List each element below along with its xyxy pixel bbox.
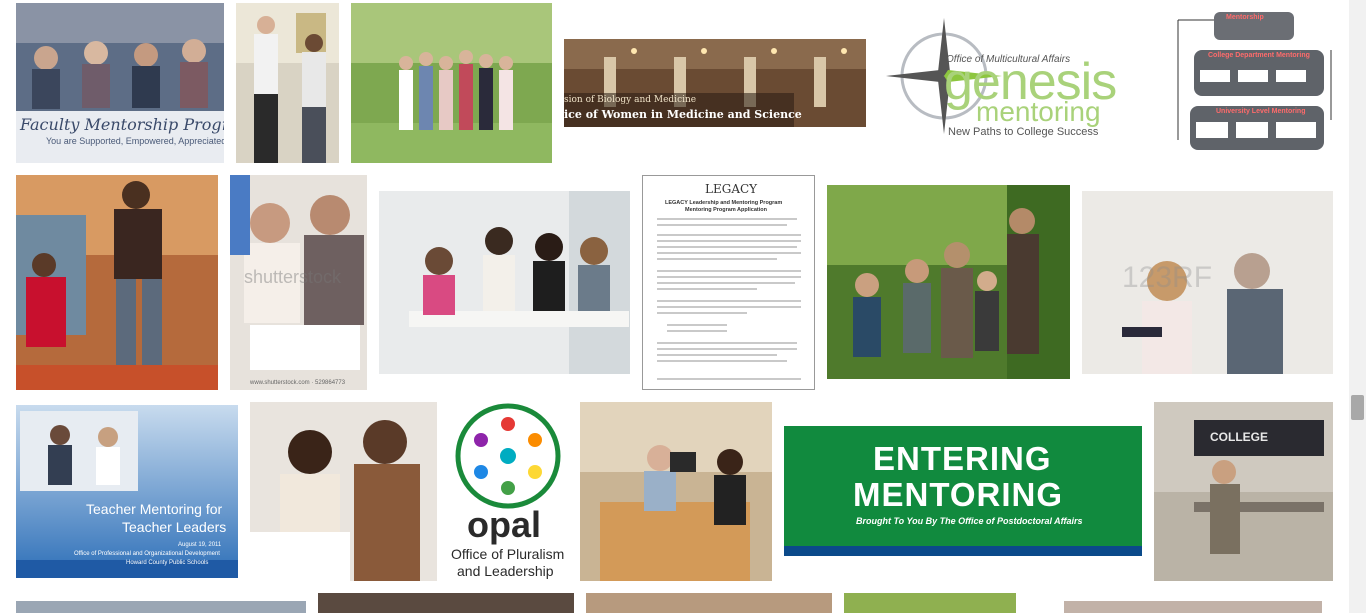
- overlay-line1: ENTERING: [873, 440, 1052, 477]
- vertical-scrollbar[interactable]: [1349, 0, 1366, 613]
- image-result-teacher-mentoring[interactable]: Teacher Mentoring for Teacher Leaders Au…: [16, 405, 238, 578]
- box2-label: College Department Mentoring: [1208, 52, 1310, 59]
- doc-text-line: [657, 288, 757, 290]
- doc-text-line: [657, 276, 801, 278]
- doc-text-line: [657, 258, 777, 260]
- overlay-watermark: 123RF: [1122, 261, 1213, 294]
- photo-classroom: [1154, 402, 1333, 581]
- scrollbar-thumb[interactable]: [1351, 395, 1364, 420]
- doc-text-line: [657, 360, 787, 362]
- photo-partial: [1064, 601, 1322, 613]
- doc-text-line: [657, 312, 747, 314]
- overlay-title: Faculty Mentorship Program: [20, 115, 224, 134]
- image-result-partial-2[interactable]: [318, 593, 574, 613]
- overlay-line1: Office of Pluralism: [451, 546, 565, 562]
- doc-text-line: [657, 300, 801, 302]
- image-result-123rf-doctors[interactable]: 123RF: [1082, 191, 1333, 374]
- image-result-partial-3[interactable]: [586, 593, 832, 613]
- photo-partial: [844, 593, 1016, 613]
- image-result-genesis-mentoring[interactable]: Office of Multicultural Affairs genesis …: [884, 16, 1140, 142]
- overlay-org1: Office of Professional and Organizationa…: [74, 551, 220, 557]
- image-result-outdoor-group[interactable]: [351, 3, 552, 163]
- photo-women-table: [379, 191, 630, 374]
- photo-forest-group: [827, 185, 1070, 379]
- photo-partial: [318, 593, 574, 613]
- doc-text-line: [657, 224, 787, 226]
- overlay-caption: www.shutterstock.com · 529864773: [250, 380, 346, 386]
- doc-text-line: [657, 234, 801, 236]
- doc-text-line: [667, 330, 727, 332]
- doc-text-line: [657, 306, 801, 308]
- overlay-title: LEGACY Leadership and Mentoring Program: [665, 200, 783, 206]
- doc-text-line: [657, 218, 797, 220]
- overlay-tag: New Paths to College Success: [948, 126, 1099, 138]
- image-result-entering-mentoring[interactable]: ENTERING MENTORING Brought To You By The…: [784, 426, 1142, 556]
- doc-text-line: [657, 240, 801, 242]
- doc-text-line: [657, 342, 797, 344]
- doc-text-line: [657, 378, 801, 380]
- doc-text-line: [657, 354, 777, 356]
- image-result-partial-4[interactable]: [844, 593, 1016, 613]
- overlay-line2: MENTORING: [853, 476, 1064, 513]
- overlay-logo: LEGACY: [705, 182, 758, 196]
- overlay-subtitle: Mentoring Program Application: [685, 207, 767, 213]
- image-result-coworkers-laptop[interactable]: [250, 402, 437, 581]
- image-result-legacy-application[interactable]: LEGACY LEGACY Leadership and Mentoring P…: [642, 175, 815, 390]
- overlay-big2: mentoring: [976, 96, 1101, 127]
- image-result-nature-walk[interactable]: [827, 185, 1070, 379]
- overlay-board: COLLEGE: [1210, 430, 1269, 444]
- image-result-handshake[interactable]: [236, 3, 339, 163]
- image-result-women-in-medicine[interactable]: sion of Biology and Medicine ice of Wome…: [564, 39, 866, 127]
- doc-text-line: [667, 324, 727, 326]
- photo-partial: [586, 593, 832, 613]
- photo-partial: [16, 601, 306, 613]
- box3-label: University Level Mentoring: [1216, 108, 1306, 115]
- image-result-partial-5[interactable]: [1064, 601, 1322, 613]
- photo-students: [16, 175, 218, 390]
- doc-text-line: [657, 348, 797, 350]
- photo-outdoor-group: [351, 3, 552, 163]
- image-result-partial-1[interactable]: [16, 601, 306, 613]
- photo-office-desk: [580, 402, 772, 581]
- doc-text-line: [657, 270, 801, 272]
- overlay-subtitle: You are Supported, Empowered, Appreciate…: [46, 136, 224, 146]
- doc-text-line: [657, 252, 801, 254]
- image-result-women-meeting[interactable]: [379, 191, 630, 374]
- image-result-shutterstock-mentors[interactable]: shutterstock www.shutterstock.com · 5298…: [230, 175, 367, 390]
- overlay-watermark: shutterstock: [244, 267, 342, 287]
- image-result-classroom-soldier[interactable]: COLLEGE: [1154, 402, 1333, 581]
- overlay-title2: Teacher Leaders: [122, 519, 227, 535]
- image-result-office-meeting[interactable]: [580, 402, 772, 581]
- overlay-line2: ice of Women in Medicine and Science: [564, 108, 802, 121]
- doc-text-line: [657, 246, 797, 248]
- image-result-mentoring-diagram[interactable]: Mentorship College Department Mentoring …: [1176, 10, 1333, 152]
- overlay-org2: Howard County Public Schools: [126, 560, 209, 566]
- image-result-student-stool[interactable]: [16, 175, 218, 390]
- overlay-line1: sion of Biology and Medicine: [564, 95, 697, 105]
- overlay-line2: and Leadership: [457, 563, 554, 579]
- box1-label: Mentorship: [1226, 14, 1264, 21]
- diagram-flowchart: [1177, 12, 1332, 150]
- image-result-opal[interactable]: opal Office of Pluralism and Leadership: [449, 402, 568, 581]
- overlay-date: August 19, 2011: [178, 542, 222, 548]
- photo-handshake: [236, 3, 339, 163]
- overlay-line3: Brought To You By The Office of Postdoct…: [856, 516, 1083, 526]
- photo-coworkers: [250, 402, 437, 581]
- overlay-title1: Teacher Mentoring for: [86, 501, 223, 517]
- doc-text-line: [657, 282, 795, 284]
- image-result-faculty-mentorship[interactable]: Faculty Mentorship Program You are Suppo…: [16, 3, 224, 163]
- overlay-big: opal: [467, 504, 542, 545]
